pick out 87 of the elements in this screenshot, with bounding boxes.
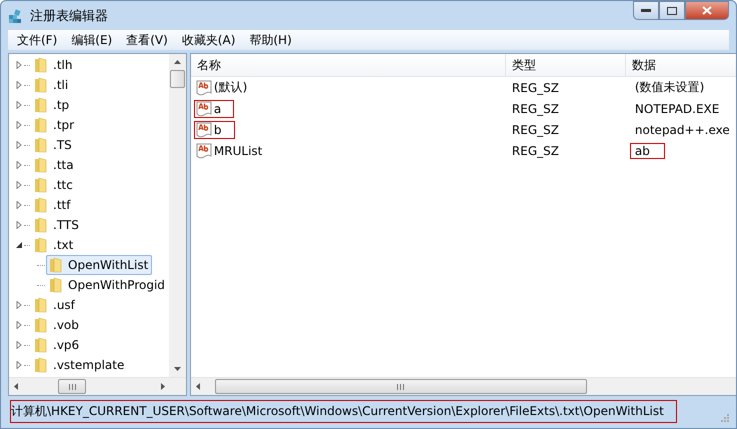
value-name[interactable]: MRUList	[194, 142, 276, 160]
tree-item[interactable]: .tta	[31, 155, 78, 175]
menu-item[interactable]: 查看(V)	[119, 32, 175, 48]
tree-item[interactable]: .tpr	[31, 115, 78, 135]
tree-item[interactable]: .tp	[31, 95, 74, 115]
value-name[interactable]: b	[194, 120, 235, 138]
tree-item[interactable]: .vp6	[31, 335, 84, 355]
window-title: 注册表编辑器	[30, 8, 108, 24]
tree-item[interactable]: .ttf	[31, 195, 74, 215]
column-header[interactable]: 名称	[190, 54, 506, 76]
tree-item[interactable]: .ttc	[31, 175, 77, 195]
string-value-icon	[196, 100, 212, 116]
resize-grip-icon[interactable]	[719, 412, 729, 422]
folder-icon	[49, 277, 63, 293]
folder-icon	[34, 137, 48, 153]
expand-triangle-icon[interactable]	[15, 81, 23, 89]
expand-triangle-icon[interactable]	[15, 141, 23, 149]
tree-item[interactable]: .txt	[31, 235, 78, 255]
column-header[interactable]: 类型	[506, 54, 626, 76]
table-cell: REG_SZ	[512, 80, 559, 94]
expand-triangle-icon[interactable]	[15, 201, 23, 209]
folder-icon	[34, 357, 48, 373]
folder-icon	[34, 97, 48, 113]
scrollbar-thumb[interactable]	[58, 379, 86, 394]
expand-triangle-icon[interactable]	[15, 301, 23, 309]
folder-icon	[34, 77, 48, 93]
string-value-icon	[196, 122, 212, 138]
collapse-triangle-icon[interactable]	[15, 241, 23, 249]
expand-triangle-icon[interactable]	[15, 181, 23, 189]
expand-triangle-icon[interactable]	[15, 161, 23, 169]
tree-item[interactable]: OpenWithList	[46, 255, 152, 275]
table-cell-text: notepad++.exe	[634, 122, 731, 138]
value-name[interactable]: a	[194, 100, 234, 118]
minimize-button[interactable]	[633, 1, 659, 20]
folder-icon	[34, 217, 48, 233]
tree-item[interactable]: .vstemplate	[31, 355, 128, 375]
expand-triangle-icon[interactable]	[15, 341, 23, 349]
tree-item[interactable]: .vob	[31, 315, 83, 335]
tree-item[interactable]: .usf	[31, 295, 79, 315]
table-cell: REG_SZ	[512, 144, 559, 158]
close-button[interactable]	[685, 1, 729, 20]
menu-item[interactable]: 收藏夹(A)	[174, 32, 242, 48]
tree-item[interactable]: OpenWithProgid	[46, 275, 169, 295]
folder-icon	[34, 117, 48, 133]
value-name[interactable]: (默认)	[194, 78, 260, 97]
folder-icon	[34, 297, 48, 313]
tree-item[interactable]: .tli	[31, 75, 72, 95]
tree-item[interactable]: .TS	[31, 135, 76, 155]
folder-icon	[34, 317, 48, 333]
folder-icon	[49, 257, 63, 273]
scroll-left-arrow-icon[interactable]	[14, 383, 18, 390]
tree-item[interactable]: .tlh	[31, 55, 76, 75]
folder-icon	[34, 57, 48, 73]
folder-icon	[34, 197, 48, 213]
column-header[interactable]: 数据	[626, 54, 736, 76]
string-value-icon	[196, 80, 212, 96]
minimize-icon	[641, 8, 651, 12]
menu-item[interactable]: 帮助(H)	[242, 32, 299, 48]
folder-icon	[34, 157, 48, 173]
tree-item[interactable]: .TTS	[31, 215, 83, 235]
expand-triangle-icon[interactable]	[15, 101, 23, 109]
scrollbar-thumb[interactable]	[170, 70, 185, 88]
scrollbar-thumb[interactable]	[214, 379, 587, 394]
scroll-right-arrow-icon[interactable]	[160, 383, 165, 390]
expand-triangle-icon[interactable]	[15, 361, 23, 369]
expand-triangle-icon[interactable]	[15, 321, 23, 329]
table-cell-text: (数值未设置)	[634, 79, 706, 96]
folder-icon	[34, 237, 48, 253]
menu-item[interactable]: 编辑(E)	[64, 32, 120, 48]
table-cell: REG_SZ	[512, 102, 559, 116]
string-value-icon	[196, 142, 212, 158]
expand-triangle-icon[interactable]	[15, 221, 23, 229]
table-cell: REG_SZ	[512, 122, 559, 136]
expand-triangle-icon[interactable]	[15, 121, 23, 129]
table-cell-text: NOTEPAD.EXE	[634, 100, 720, 116]
registry-icon	[8, 8, 24, 24]
scroll-left-arrow-icon[interactable]	[196, 383, 200, 390]
scroll-up-arrow-icon[interactable]	[174, 60, 181, 64]
expand-triangle-icon[interactable]	[15, 61, 23, 69]
maximize-icon	[667, 6, 677, 14]
maximize-button[interactable]	[659, 1, 685, 20]
table-cell: ab	[630, 142, 665, 158]
close-icon	[702, 6, 712, 15]
menu-item[interactable]: 文件(F)	[10, 32, 64, 48]
folder-icon	[34, 177, 48, 193]
folder-icon	[34, 337, 48, 353]
scroll-down-arrow-icon[interactable]	[174, 367, 181, 371]
